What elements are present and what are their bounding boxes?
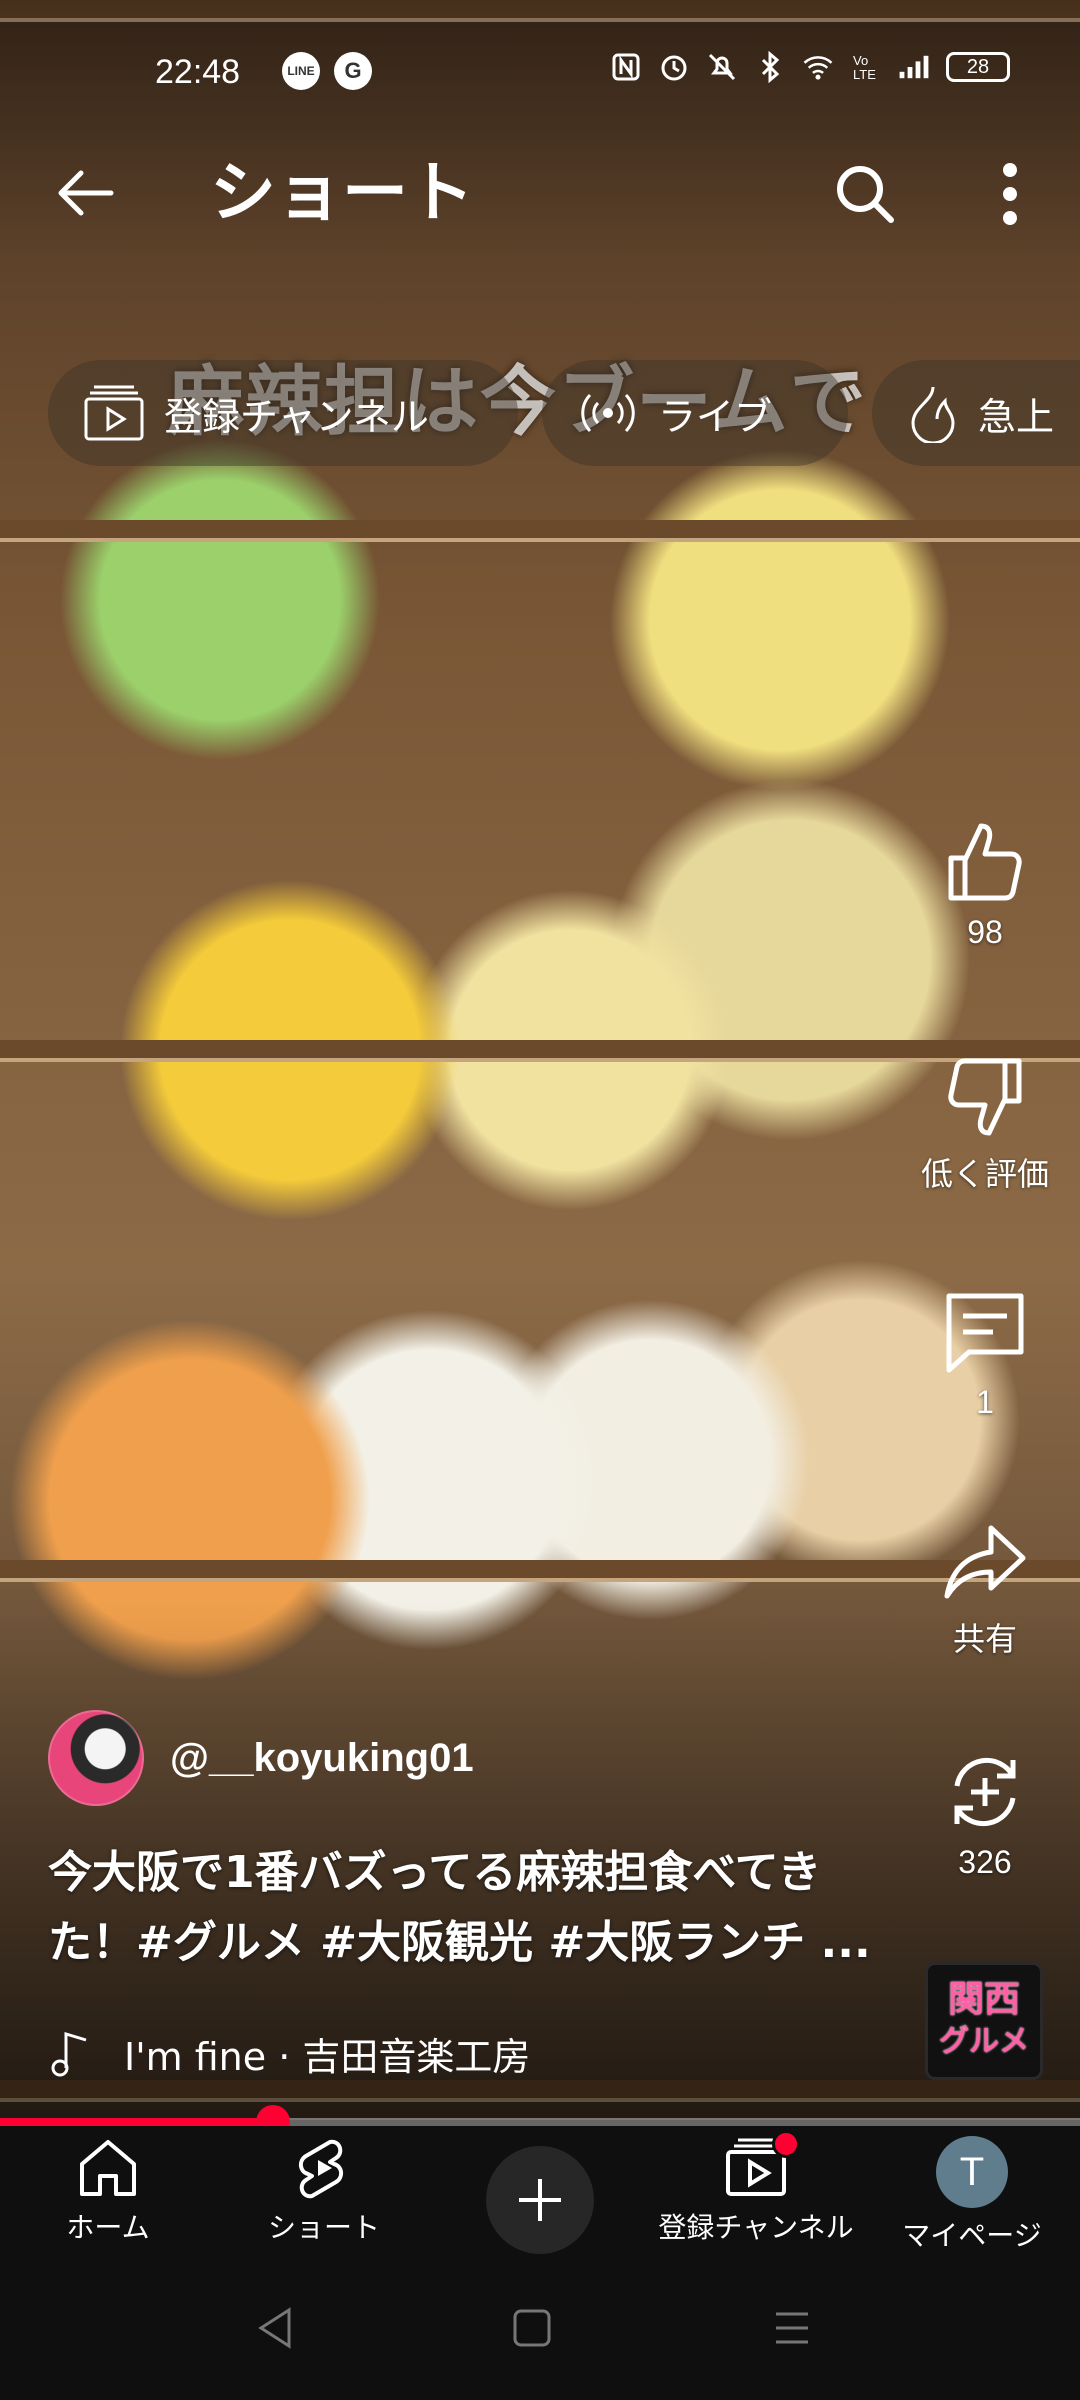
battery-indicator: 28 xyxy=(946,52,1010,82)
comment-icon xyxy=(946,1293,1024,1373)
channel-handle[interactable]: @__koyuking01 xyxy=(170,1736,474,1781)
subscriptions-icon xyxy=(84,385,144,441)
chip-trending-label: 急上 xyxy=(978,394,1055,439)
remix-count: 326 xyxy=(958,1844,1012,1880)
bottom-navigation: ホーム ショート 登録チャンネル T マイページ xyxy=(0,2126,1080,2260)
share-label: 共有 xyxy=(952,1621,1017,1657)
more-vertical-icon xyxy=(1003,163,1017,225)
sound-thumb-line-2: グルメ xyxy=(939,2024,1029,2059)
dislike-label: 低く評価 xyxy=(920,1156,1049,1192)
nav-subscriptions-label: 登録チャンネル xyxy=(658,2211,854,2244)
filter-chips: 登録チャンネル ライブ 急上 xyxy=(48,360,1080,466)
system-home-button[interactable] xyxy=(502,2298,562,2358)
nav-you-label: マイページ xyxy=(902,2219,1042,2252)
nav-shorts[interactable]: ショート xyxy=(216,2136,432,2256)
triangle-back-icon xyxy=(258,2307,291,2349)
square-home-icon xyxy=(513,2309,551,2347)
status-app-icons: LINE G xyxy=(282,52,372,90)
svg-text:LTE: LTE xyxy=(853,67,876,82)
google-app-icon: G xyxy=(334,52,372,90)
playback-progress-bar[interactable] xyxy=(0,2105,1080,2139)
shorts-icon xyxy=(299,2139,343,2199)
chip-live[interactable]: ライブ xyxy=(542,360,848,466)
share-arrow-icon xyxy=(944,1525,1026,1599)
chip-subscriptions[interactable]: 登録チャンネル xyxy=(48,360,518,466)
more-options-button[interactable] xyxy=(970,154,1050,234)
signal-icon xyxy=(898,50,930,84)
system-back-button[interactable] xyxy=(245,2298,305,2358)
alarm-icon xyxy=(658,50,690,84)
remix-button[interactable]: 326 xyxy=(910,1750,1060,1881)
sound-thumbnail[interactable]: 関西 グルメ xyxy=(925,1962,1043,2080)
chip-trending[interactable]: 急上 xyxy=(872,360,1080,466)
line-app-icon: LINE xyxy=(282,52,320,90)
top-app-bar: ショート xyxy=(0,140,1080,250)
thumbs-up-icon xyxy=(948,823,1022,901)
arrow-left-icon xyxy=(58,170,114,216)
page-title: ショート xyxy=(210,154,474,231)
system-recents-button[interactable] xyxy=(762,2298,822,2358)
wifi-icon xyxy=(802,50,834,84)
description-line-1: 今大阪で1番バズってる麻辣担食べてき xyxy=(48,1847,822,1898)
playback-progress-fill xyxy=(0,2118,274,2126)
dislike-button[interactable]: 低く評価 xyxy=(910,1055,1060,1195)
plus-icon xyxy=(519,2179,561,2221)
nav-shorts-label: ショート xyxy=(267,2211,380,2244)
share-button[interactable]: 共有 xyxy=(910,1520,1060,1660)
status-indicators: Vo LTE 28 xyxy=(610,50,1010,84)
like-button[interactable]: 98 xyxy=(910,820,1060,951)
comment-count: 1 xyxy=(976,1384,994,1420)
sound-thumb-line-1: 関西 xyxy=(947,1979,1020,2020)
channel-avatar[interactable] xyxy=(48,1710,144,1806)
chip-subscriptions-label: 登録チャンネル xyxy=(164,394,429,439)
create-button[interactable] xyxy=(486,2146,594,2254)
channel-row[interactable]: @__koyuking01 xyxy=(48,1710,474,1806)
volte-icon: Vo LTE xyxy=(850,50,882,84)
home-icon xyxy=(80,2140,136,2196)
description-line-2: た！#グルメ #大阪観光 #大阪ランチ ... xyxy=(48,1917,871,1968)
status-time: 22:48 xyxy=(155,53,241,91)
system-navigation-bar xyxy=(0,2260,1080,2400)
mute-icon xyxy=(706,50,738,84)
nav-you[interactable]: T マイページ xyxy=(864,2136,1080,2256)
search-icon xyxy=(837,166,894,223)
chip-live-label: ライブ xyxy=(658,394,773,439)
live-icon xyxy=(581,393,635,433)
back-button[interactable] xyxy=(50,158,120,228)
svg-text:Vo: Vo xyxy=(853,53,868,68)
music-row[interactable]: I'm fine · 吉田音楽工房 xyxy=(50,2018,530,2088)
search-button[interactable] xyxy=(825,154,905,234)
thumbs-down-icon xyxy=(948,1058,1022,1136)
status-bar: 22:48 LINE G Vo LTE 28 xyxy=(0,40,1080,104)
nav-subscriptions[interactable]: 登録チャンネル xyxy=(648,2130,864,2256)
like-count: 98 xyxy=(967,914,1003,950)
trending-icon xyxy=(911,386,955,443)
music-track: I'm fine · 吉田音楽工房 xyxy=(124,2034,531,2079)
notification-dot xyxy=(772,2130,800,2158)
nav-home-label: ホーム xyxy=(66,2211,150,2244)
profile-avatar: T xyxy=(936,2136,1008,2208)
bluetooth-icon xyxy=(754,50,786,84)
comments-button[interactable]: 1 xyxy=(910,1290,1060,1421)
menu-lines-icon xyxy=(776,2312,808,2344)
remix-icon xyxy=(954,1757,1016,1827)
nfc-icon xyxy=(610,50,642,84)
music-note-icon xyxy=(51,2031,87,2077)
nav-home[interactable]: ホーム xyxy=(0,2136,216,2256)
video-description[interactable]: 今大阪で1番バズってる麻辣担食べてき た！#グルメ #大阪観光 #大阪ランチ .… xyxy=(48,1838,908,1978)
